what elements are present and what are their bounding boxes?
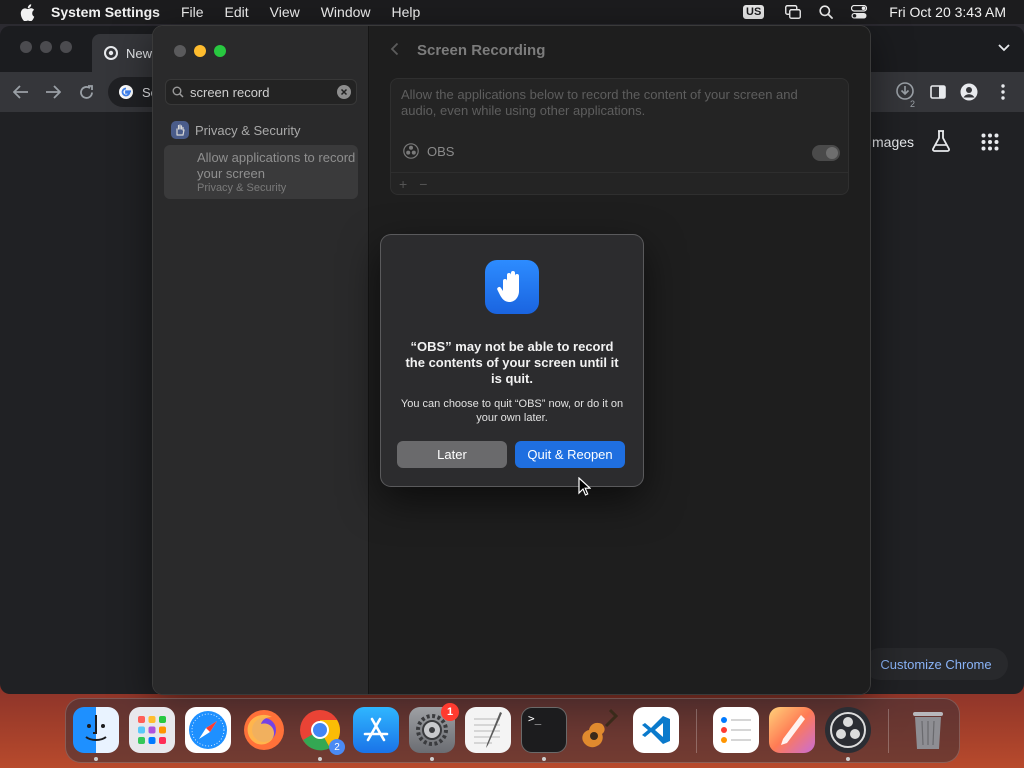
- tab-search-chevron-down-icon[interactable]: [998, 40, 1010, 55]
- control-center-icon[interactable]: [850, 3, 868, 21]
- obs-dock-icon[interactable]: [825, 707, 871, 753]
- app-store-dock-icon[interactable]: [353, 707, 399, 753]
- app-name-label: OBS: [427, 143, 455, 159]
- back-arrow-icon[interactable]: [10, 81, 32, 103]
- alert-body: You can choose to quit “OBS” now, or do …: [400, 398, 624, 424]
- chrome-zoom-icon[interactable]: [60, 41, 72, 53]
- later-button[interactable]: Later: [397, 441, 507, 468]
- firefox-dock-icon[interactable]: [241, 707, 287, 753]
- labs-flask-icon[interactable]: [930, 130, 952, 152]
- privacy-hand-icon: [171, 121, 189, 139]
- page-title: Screen Recording: [417, 42, 546, 59]
- system-settings-dock-icon[interactable]: 1: [409, 703, 459, 753]
- sidebar-item-privacy-security[interactable]: Privacy & Security: [171, 121, 300, 139]
- panel-description: Allow the applications below to record t…: [401, 87, 798, 118]
- add-remove-bar: + −: [391, 172, 848, 194]
- mouse-cursor-icon: [578, 476, 592, 499]
- sidebar-item-label: Privacy & Security: [195, 122, 301, 138]
- window-zoom-icon[interactable]: [214, 45, 226, 57]
- privacy-hand-icon: [485, 260, 539, 314]
- screen-recording-panel: Allow the applications below to record t…: [390, 78, 849, 195]
- downloads-count: 2: [910, 99, 916, 109]
- chrome-profile-badge: 2: [329, 739, 345, 755]
- menu-help[interactable]: Help: [392, 4, 421, 20]
- back-chevron-icon[interactable]: [390, 42, 399, 59]
- pixelmator-dock-icon[interactable]: [769, 707, 815, 753]
- images-link[interactable]: mages: [872, 134, 914, 150]
- search-result-title: Allow applications to record your screen: [197, 150, 356, 181]
- obs-permission-toggle[interactable]: [812, 145, 840, 161]
- terminal-dock-icon[interactable]: >_: [521, 707, 567, 753]
- chrome-menu-dots-icon[interactable]: [992, 81, 1014, 103]
- remove-app-button[interactable]: −: [419, 176, 427, 192]
- dock: 2 1 >_: [65, 698, 960, 763]
- window-minimize-icon[interactable]: [194, 45, 206, 57]
- settings-sidebar: screen record Privacy & Security Allow a…: [153, 26, 369, 694]
- chrome-running-indicator: [318, 757, 322, 761]
- trash-dock-icon[interactable]: [905, 707, 951, 753]
- content-header: Screen Recording: [390, 42, 545, 59]
- search-result-subtitle: Privacy & Security: [197, 182, 287, 194]
- chrome-close-icon[interactable]: [20, 41, 32, 53]
- menu-app-name[interactable]: System Settings: [51, 4, 160, 20]
- obs-app-icon: [403, 143, 419, 159]
- side-panel-icon[interactable]: [927, 81, 949, 103]
- search-icon: [172, 86, 184, 98]
- search-result-item[interactable]: Allow applications to record your screen…: [164, 145, 358, 199]
- quit-reopen-alert: “OBS” may not be able to record the cont…: [381, 235, 643, 486]
- chrome-tab-title: New: [126, 45, 153, 61]
- customize-chrome-button[interactable]: Customize Chrome: [864, 648, 1008, 680]
- dock-separator: [696, 709, 697, 753]
- reload-icon[interactable]: [75, 81, 97, 103]
- forward-arrow-icon[interactable]: [42, 81, 64, 103]
- settings-search-value: screen record: [190, 84, 270, 100]
- quit-reopen-button[interactable]: Quit & Reopen: [515, 441, 625, 468]
- menu-view[interactable]: View: [270, 4, 300, 20]
- settings-search-field[interactable]: screen record: [165, 79, 357, 105]
- garageband-dock-icon[interactable]: [577, 707, 623, 753]
- spotlight-search-icon[interactable]: [817, 3, 835, 21]
- clear-search-icon[interactable]: [337, 85, 351, 99]
- reminders-dock-icon[interactable]: [713, 707, 759, 753]
- menu-window[interactable]: Window: [321, 4, 371, 20]
- menu-bar: System Settings File Edit View Window He…: [0, 0, 1024, 24]
- chrome-minimize-icon[interactable]: [40, 41, 52, 53]
- dock-separator-trash: [888, 709, 889, 753]
- chrome-tab-new[interactable]: New: [92, 34, 162, 72]
- vscode-dock-icon[interactable]: [633, 707, 679, 753]
- menu-clock[interactable]: Fri Oct 20 3:43 AM: [889, 4, 1006, 20]
- terminal-prompt-text: >_: [528, 712, 542, 725]
- google-g-icon: [119, 85, 133, 99]
- obs-running-indicator: [846, 757, 850, 761]
- settings-update-badge: 1: [441, 703, 459, 721]
- settings-running-indicator: [430, 757, 434, 761]
- apple-menu-icon[interactable]: [17, 2, 37, 22]
- finder-dock-icon[interactable]: [73, 707, 119, 753]
- window-close-icon[interactable]: [174, 45, 186, 57]
- launchpad-dock-icon[interactable]: [129, 707, 175, 753]
- terminal-running-indicator: [542, 757, 546, 761]
- chrome-dock-icon[interactable]: 2: [297, 707, 345, 755]
- app-row-obs: OBS: [403, 143, 454, 159]
- input-source-indicator[interactable]: US: [743, 5, 765, 19]
- finder-running-indicator: [94, 757, 98, 761]
- apps-grid-icon[interactable]: [979, 131, 1001, 153]
- menu-edit[interactable]: Edit: [225, 4, 249, 20]
- safari-dock-icon[interactable]: [185, 707, 231, 753]
- alert-headline: “OBS” may not be able to record the cont…: [405, 339, 619, 386]
- menu-extras: US Fri Oct 20 3:43 AM: [743, 0, 1006, 24]
- screen-mirroring-icon[interactable]: [784, 3, 802, 21]
- add-app-button[interactable]: +: [399, 176, 407, 192]
- profile-avatar-icon[interactable]: [958, 81, 980, 103]
- menu-file[interactable]: File: [181, 4, 204, 20]
- chrome-tab-favicon-icon: [104, 46, 118, 60]
- textedit-dock-icon[interactable]: [465, 707, 511, 753]
